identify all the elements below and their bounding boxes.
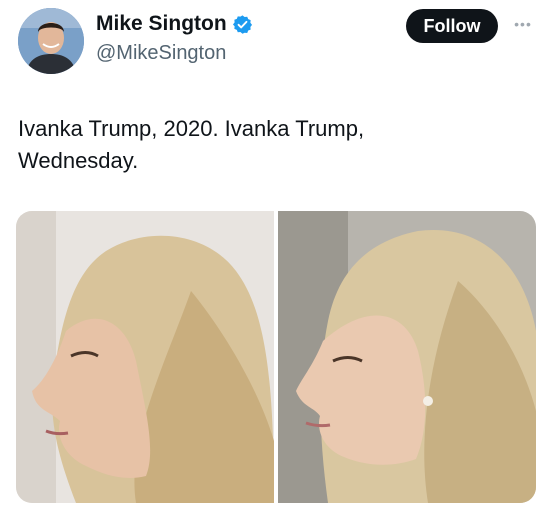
verified-badge-icon bbox=[232, 14, 252, 34]
media-photo-left[interactable] bbox=[16, 211, 274, 503]
follow-button[interactable]: Follow bbox=[406, 9, 498, 43]
profile-photo-icon bbox=[18, 8, 84, 74]
author-handle[interactable]: @MikeSington bbox=[96, 42, 226, 65]
tweet-text-line: Ivanka Trump, 2020. Ivanka Trump, bbox=[18, 116, 365, 141]
author-display-name[interactable]: Mike Sington bbox=[96, 12, 227, 36]
tweet-text: Ivanka Trump, 2020. Ivanka Trump, Wednes… bbox=[18, 113, 528, 177]
profile-portrait-image bbox=[278, 211, 536, 503]
tweet-header: Mike Sington @MikeSington Follow ••• bbox=[0, 0, 552, 90]
media-photo-right[interactable] bbox=[278, 211, 536, 503]
tweet-text-line: Wednesday. bbox=[18, 148, 139, 173]
author-name-row: Mike Sington bbox=[96, 12, 253, 36]
tweet-media-grid bbox=[16, 211, 536, 503]
more-horizontal-icon[interactable]: ••• bbox=[511, 14, 535, 34]
author-avatar[interactable] bbox=[18, 8, 84, 74]
profile-portrait-image bbox=[16, 211, 274, 503]
